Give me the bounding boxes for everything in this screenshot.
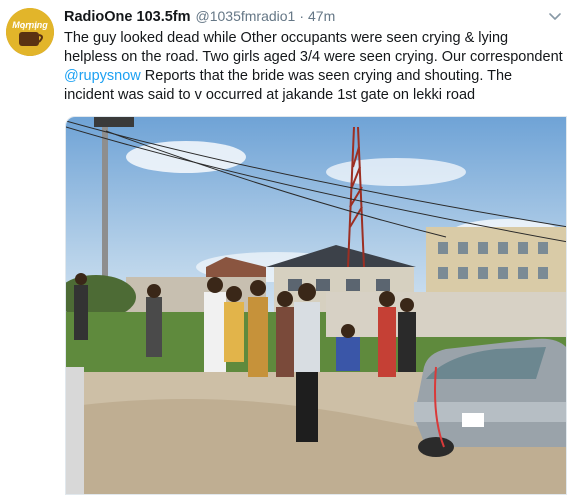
tweet-text: The guy looked dead while Other occupant… (64, 29, 564, 105)
chevron-down-icon[interactable] (548, 12, 562, 22)
tweet[interactable]: Morning RadioOne 103.5fm @1035fmradio1 ·… (0, 0, 567, 495)
user-handle[interactable]: @1035fmradio1 (196, 8, 296, 24)
timestamp[interactable]: 47m (308, 8, 335, 24)
avatar[interactable]: Morning (6, 8, 54, 56)
photo-icon (66, 117, 566, 494)
tweet-text-part1: The guy looked dead while Other occupant… (64, 30, 563, 65)
tweet-photo[interactable] (65, 116, 567, 495)
avatar-text: Morning (12, 20, 48, 30)
avatar-logo-icon: Morning (6, 8, 54, 56)
mention-link[interactable]: @rupysnow (64, 68, 141, 84)
tweet-header: RadioOne 103.5fm @1035fmradio1 · 47m (64, 8, 335, 26)
separator-dot: · (299, 8, 305, 24)
display-name[interactable]: RadioOne 103.5fm (64, 9, 191, 25)
